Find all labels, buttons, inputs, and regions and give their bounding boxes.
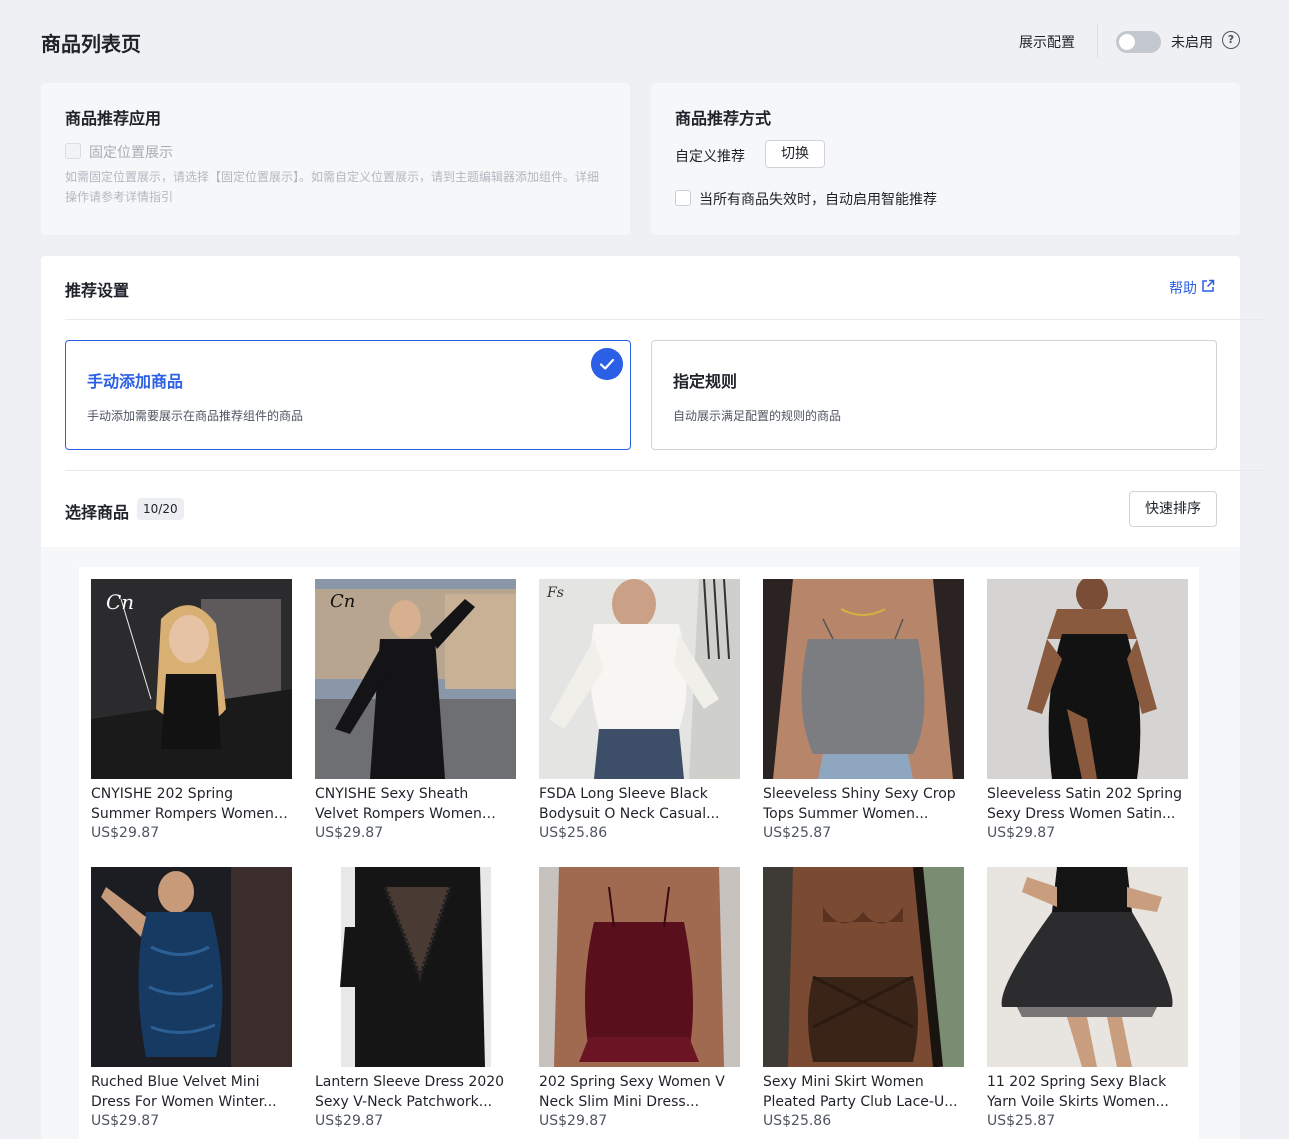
option-desc: 自动展示满足配置的规则的商品 <box>673 409 842 423</box>
product-price: US$25.86 <box>539 825 608 841</box>
product-photo-icon: Fs <box>539 579 740 779</box>
product-card[interactable]: Ruched Blue Velvet Mini Dress For Women … <box>91 867 292 1137</box>
help-question-icon[interactable]: ? <box>1222 31 1240 49</box>
product-price: US$29.87 <box>91 1113 160 1129</box>
recommend-app-title: 商品推荐应用 <box>65 109 162 128</box>
product-name: Ruched Blue Velvet Mini Dress For Women … <box>91 1074 277 1110</box>
svg-text:Cn: Cn <box>330 591 355 612</box>
product-price: US$25.87 <box>763 825 832 841</box>
external-link-icon[interactable] <box>1201 279 1215 293</box>
svg-text:Cn: Cn <box>106 590 134 614</box>
display-config-label: 展示配置 <box>1019 35 1075 51</box>
divider <box>65 470 1264 471</box>
svg-text:Fs: Fs <box>546 585 564 601</box>
fixed-position-checkbox[interactable] <box>65 143 81 159</box>
product-card[interactable]: 202 Spring Sexy Women V Neck Slim Mini D… <box>539 867 740 1137</box>
product-photo-icon <box>315 867 516 1067</box>
switch-button[interactable]: 切换 <box>765 140 825 168</box>
product-name: 11 202 Spring Sexy Black Yarn Voile Skir… <box>987 1074 1169 1110</box>
product-price: US$25.86 <box>763 1113 832 1129</box>
product-card[interactable]: Lantern Sleeve Dress 2020 Sexy V-Neck Pa… <box>315 867 516 1137</box>
quick-sort-button[interactable]: 快速排序 <box>1129 491 1217 527</box>
product-name: Sexy Mini Skirt Women Pleated Party Club… <box>763 1074 958 1110</box>
header-divider <box>1097 24 1098 58</box>
toggle-knob <box>1119 34 1135 50</box>
product-name: Sleeveless Shiny Sexy Crop Tops Summer W… <box>763 786 956 822</box>
fixed-position-label: 固定位置展示 <box>89 145 173 161</box>
product-name: 202 Spring Sexy Women V Neck Slim Mini D… <box>539 1074 725 1110</box>
product-price: US$29.87 <box>315 1113 384 1129</box>
recommend-settings-card: 推荐设置 帮助 手动添加商品 手动添加需要展示在商品推荐组件的商品 指定规则 自… <box>41 256 1264 1139</box>
product-name: FSDA Long Sleeve Black Bodysuit O Neck C… <box>539 786 720 822</box>
products-area: Cn CNYISHE 202 Spring Summer Rompers Wom… <box>41 547 1240 1139</box>
product-photo-icon: Cn <box>315 579 516 779</box>
page-header: 商品列表页 展示配置 未启用 ? <box>0 0 1289 82</box>
auto-smart-checkbox[interactable] <box>675 190 691 206</box>
auto-smart-label: 当所有商品失效时，自动启用智能推荐 <box>699 192 937 208</box>
product-price: US$29.87 <box>315 825 384 841</box>
enable-toggle[interactable] <box>1116 31 1161 53</box>
help-link[interactable]: 帮助 <box>1169 278 1197 298</box>
product-price: US$29.87 <box>91 825 160 841</box>
product-photo-icon: Cn <box>91 579 292 779</box>
option-specified-rule[interactable]: 指定规则 自动展示满足配置的规则的商品 <box>651 340 1217 450</box>
product-photo-icon <box>987 579 1188 779</box>
recommend-mode-card: 商品推荐方式 自定义推荐 切换 当所有商品失效时，自动启用智能推荐 <box>651 83 1240 235</box>
product-price: US$29.87 <box>539 1113 608 1129</box>
product-card[interactable]: Fs FSDA Long Sleeve Black Bodysuit O Nec… <box>539 579 740 849</box>
recommend-app-card: 商品推荐应用 固定位置展示 如需固定位置展示，请选择【固定位置展示】。如需自定义… <box>41 83 630 235</box>
product-count-badge: 10/20 <box>137 498 184 520</box>
page-title: 商品列表页 <box>41 32 141 56</box>
divider <box>65 319 1264 320</box>
option-desc: 手动添加需要展示在商品推荐组件的商品 <box>87 409 304 423</box>
product-card[interactable]: Sexy Mini Skirt Women Pleated Party Club… <box>763 867 964 1137</box>
custom-recommend-label: 自定义推荐 <box>675 149 745 165</box>
option-manual-add[interactable]: 手动添加商品 手动添加需要展示在商品推荐组件的商品 <box>65 340 631 450</box>
product-photo-icon <box>763 867 964 1067</box>
product-photo-icon <box>987 867 1188 1067</box>
product-photo-icon <box>91 867 292 1067</box>
product-photo-icon <box>539 867 740 1067</box>
recommend-mode-title: 商品推荐方式 <box>675 109 772 128</box>
product-name: Lantern Sleeve Dress 2020 Sexy V-Neck Pa… <box>315 1074 505 1110</box>
option-title: 手动添加商品 <box>87 372 184 391</box>
product-card[interactable]: Sleeveless Shiny Sexy Crop Tops Summer W… <box>763 579 964 849</box>
select-products-title: 选择商品 <box>65 503 130 522</box>
product-grid: Cn CNYISHE 202 Spring Summer Rompers Wom… <box>79 567 1199 1139</box>
option-title: 指定规则 <box>673 372 738 391</box>
product-name: CNYISHE Sexy Sheath Velvet Rompers Women… <box>315 786 482 822</box>
product-card[interactable]: Cn CNYISHE 202 Spring Summer Rompers Wom… <box>91 579 292 849</box>
check-icon <box>591 348 623 380</box>
product-price: US$25.87 <box>987 1113 1056 1129</box>
product-name: Sleeveless Satin 202 Spring Sexy Dress W… <box>987 786 1182 822</box>
product-card[interactable]: Cn CNYISHE Sexy Sheath Velvet Rompers Wo… <box>315 579 516 849</box>
product-card[interactable]: 11 202 Spring Sexy Black Yarn Voile Skir… <box>987 867 1188 1137</box>
product-photo-icon <box>763 579 964 779</box>
product-price: US$29.87 <box>987 825 1056 841</box>
fixed-position-hint: 如需固定位置展示，请选择【固定位置展示】。如需自定义位置展示，请到主题编辑器添加… <box>65 170 600 204</box>
product-card[interactable]: Sleeveless Satin 202 Spring Sexy Dress W… <box>987 579 1188 849</box>
settings-title: 推荐设置 <box>65 281 130 300</box>
toggle-status-label: 未启用 <box>1171 35 1213 51</box>
product-name: CNYISHE 202 Spring Summer Rompers Women … <box>91 786 274 822</box>
